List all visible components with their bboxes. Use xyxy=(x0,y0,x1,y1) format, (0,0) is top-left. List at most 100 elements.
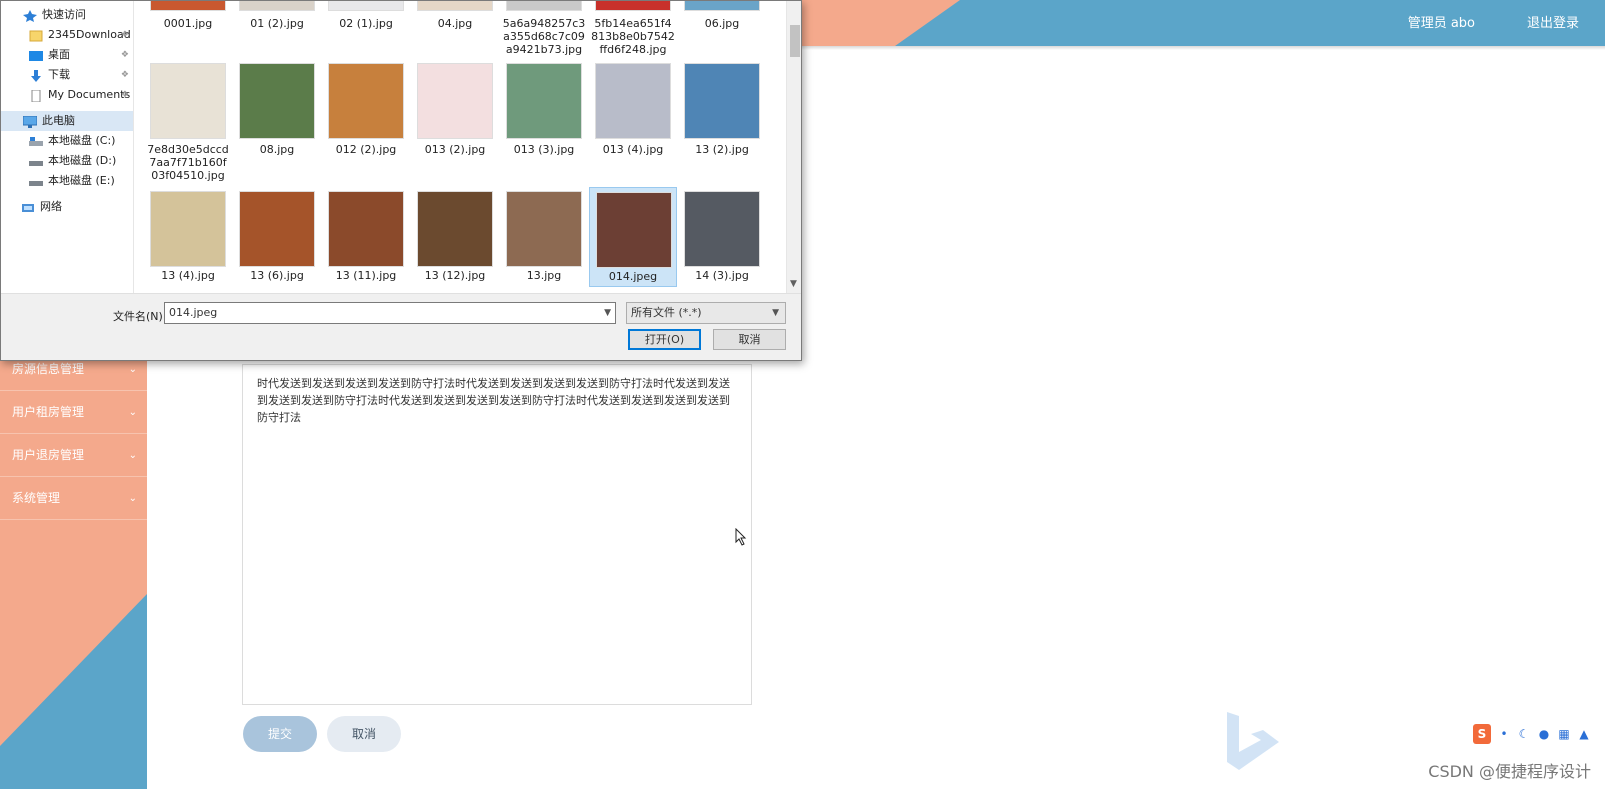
watermark-text: CSDN @便捷程序设计 xyxy=(1428,762,1591,781)
file-name: 13 (6).jpg xyxy=(250,269,304,282)
nav-quick-access[interactable]: 快速访问 xyxy=(23,5,86,25)
file-tile[interactable]: 13 (12).jpg xyxy=(411,187,499,287)
chevron-down-icon: ⌄ xyxy=(128,493,137,504)
file-tile[interactable]: 014.jpeg xyxy=(589,187,677,287)
file-tile[interactable]: 012 (2).jpg xyxy=(322,61,410,156)
file-tile[interactable]: 08.jpg xyxy=(233,61,321,156)
file-name: 13 (4).jpg xyxy=(161,269,215,282)
file-tile[interactable]: 013 (3).jpg xyxy=(500,61,588,156)
file-thumbnail xyxy=(506,63,582,139)
file-tile[interactable]: 13.jpg xyxy=(500,187,588,287)
file-name: 02 (1).jpg xyxy=(339,17,393,30)
file-thumbnail xyxy=(328,191,404,267)
nav-this-pc[interactable]: 此电脑 xyxy=(1,111,133,131)
nav-downloads[interactable]: 下载 ❖ xyxy=(29,65,133,85)
nav-label: 下载 xyxy=(48,68,70,81)
nav-desktop[interactable]: 桌面 ❖ xyxy=(29,45,133,65)
nav-label: 本地磁盘 (C:) xyxy=(48,134,116,147)
sidebar-menu: 房源信息管理 ⌄ 用户租房管理 ⌄ 用户退房管理 ⌄ 系统管理 ⌄ xyxy=(0,348,147,520)
microphone-icon[interactable]: ● xyxy=(1537,727,1551,741)
file-name: 012 (2).jpg xyxy=(335,143,397,156)
file-thumbnail xyxy=(150,1,226,11)
file-thumbnail xyxy=(239,191,315,267)
file-thumbnail xyxy=(150,191,226,267)
sidebar-item-label: 用户退房管理 xyxy=(12,448,85,462)
dialog-nav-pane: 快速访问 2345Download ❖ 桌面 ❖ 下载 ❖ My Documen… xyxy=(1,1,134,293)
file-open-dialog: 快速访问 2345Download ❖ 桌面 ❖ 下载 ❖ My Documen… xyxy=(0,0,802,361)
file-name: 08.jpg xyxy=(259,143,295,156)
file-tile[interactable]: 14 (3).jpg xyxy=(678,187,766,287)
nav-label: 2345Download xyxy=(48,28,131,41)
open-button[interactable]: 打开(O) xyxy=(628,329,701,350)
drive-icon xyxy=(29,155,43,167)
mouse-cursor-icon xyxy=(735,528,747,546)
file-thumbnail xyxy=(595,63,671,139)
file-thumbnail xyxy=(417,1,493,11)
nav-label: My Documents xyxy=(48,88,131,101)
logout-link[interactable]: 退出登录 xyxy=(1527,12,1579,31)
chevron-down-icon[interactable]: ▼ xyxy=(604,303,611,323)
file-thumbnail xyxy=(150,63,226,139)
cancel-button[interactable]: 取消 xyxy=(327,716,401,752)
submit-button[interactable]: 提交 xyxy=(243,716,317,752)
file-tile[interactable]: 013 (4).jpg xyxy=(589,61,677,156)
file-name: 14 (3).jpg xyxy=(695,269,749,282)
sidebar-item-label: 用户租房管理 xyxy=(12,405,85,419)
file-name: 06.jpg xyxy=(704,17,740,30)
nav-label: 快速访问 xyxy=(42,8,86,21)
ime-logo-icon[interactable]: S xyxy=(1473,724,1491,744)
scrollbar-thumb[interactable] xyxy=(790,25,800,57)
computer-icon xyxy=(22,115,38,128)
file-name: 013 (4).jpg xyxy=(602,143,664,156)
pin-icon: ❖ xyxy=(120,50,129,60)
file-tile[interactable]: 013 (2).jpg xyxy=(411,61,499,156)
file-thumbnail xyxy=(506,191,582,267)
file-thumbnail xyxy=(595,1,671,11)
keyboard-icon[interactable]: ▦ xyxy=(1557,727,1571,741)
file-name: 13 (2).jpg xyxy=(695,143,749,156)
file-tile[interactable]: 13 (11).jpg xyxy=(322,187,410,287)
dialog-cancel-button[interactable]: 取消 xyxy=(713,329,786,350)
scroll-down-arrow-icon[interactable]: ▼ xyxy=(790,279,797,289)
filename-input[interactable]: 014.jpeg ▼ xyxy=(164,302,616,324)
file-name: 13.jpg xyxy=(526,269,562,282)
nav-drive-c[interactable]: 本地磁盘 (C:) xyxy=(29,131,115,151)
file-thumbnail xyxy=(417,191,493,267)
file-tile[interactable]: 7e8d30e5dccd7aa7f71b160f03f04510.jpg xyxy=(144,61,232,182)
nav-drive-e[interactable]: 本地磁盘 (E:) xyxy=(29,171,115,191)
file-scrollbar[interactable]: ▼ xyxy=(786,1,801,293)
sidebar-item-system[interactable]: 系统管理 ⌄ xyxy=(0,477,147,520)
moon-icon[interactable]: ☾ xyxy=(1517,727,1531,741)
nav-network[interactable]: 网络 xyxy=(21,197,62,217)
nav-2345download[interactable]: 2345Download ❖ xyxy=(29,25,133,45)
file-tile[interactable]: 13 (6).jpg xyxy=(233,187,321,287)
bing-logo-icon xyxy=(1227,712,1279,770)
sidebar-item-checkout[interactable]: 用户退房管理 ⌄ xyxy=(0,434,147,477)
sidebar-item-rentals[interactable]: 用户租房管理 ⌄ xyxy=(0,391,147,434)
file-thumbnail xyxy=(596,192,672,268)
chevron-down-icon: ⌄ xyxy=(128,407,137,418)
nav-drive-d[interactable]: 本地磁盘 (D:) xyxy=(29,151,116,171)
drive-icon xyxy=(29,175,43,187)
folder-icon xyxy=(29,29,43,42)
file-name: 5a6a948257c3a355d68c7c09a9421b73.jpg xyxy=(502,17,586,56)
filetype-value: 所有文件 (*.*) xyxy=(631,306,702,319)
content-editor[interactable]: 时代发送到发送到发送到发送到防守打法时代发送到发送到发送到发送到防守打法时代发送… xyxy=(242,364,752,705)
sidebar-item-label: 系统管理 xyxy=(12,491,61,505)
nav-label: 此电脑 xyxy=(42,114,75,127)
pin-icon: ❖ xyxy=(120,30,129,40)
editor-content: 时代发送到发送到发送到发送到防守打法时代发送到发送到发送到发送到防守打法时代发送… xyxy=(257,377,730,424)
punctuation-icon[interactable]: • xyxy=(1497,727,1511,741)
file-grid: 0001.jpg 01 (2).jpg 02 (1).jpg 04.jpg 5a6a94… xyxy=(134,1,786,293)
nav-my-documents[interactable]: My Documents ❖ xyxy=(29,85,133,105)
file-name: 7e8d30e5dccd7aa7f71b160f03f04510.jpg xyxy=(147,143,229,182)
filetype-select[interactable]: 所有文件 (*.*) ▼ xyxy=(626,302,786,324)
file-thumbnail xyxy=(684,1,760,11)
network-icon xyxy=(21,201,35,213)
file-thumbnail xyxy=(328,1,404,11)
pin-icon: ❖ xyxy=(120,70,129,80)
file-tile[interactable]: 13 (2).jpg xyxy=(678,61,766,156)
file-name: 013 (3).jpg xyxy=(513,143,575,156)
file-tile[interactable]: 13 (4).jpg xyxy=(144,187,232,287)
skin-icon[interactable]: ▲ xyxy=(1577,727,1591,741)
